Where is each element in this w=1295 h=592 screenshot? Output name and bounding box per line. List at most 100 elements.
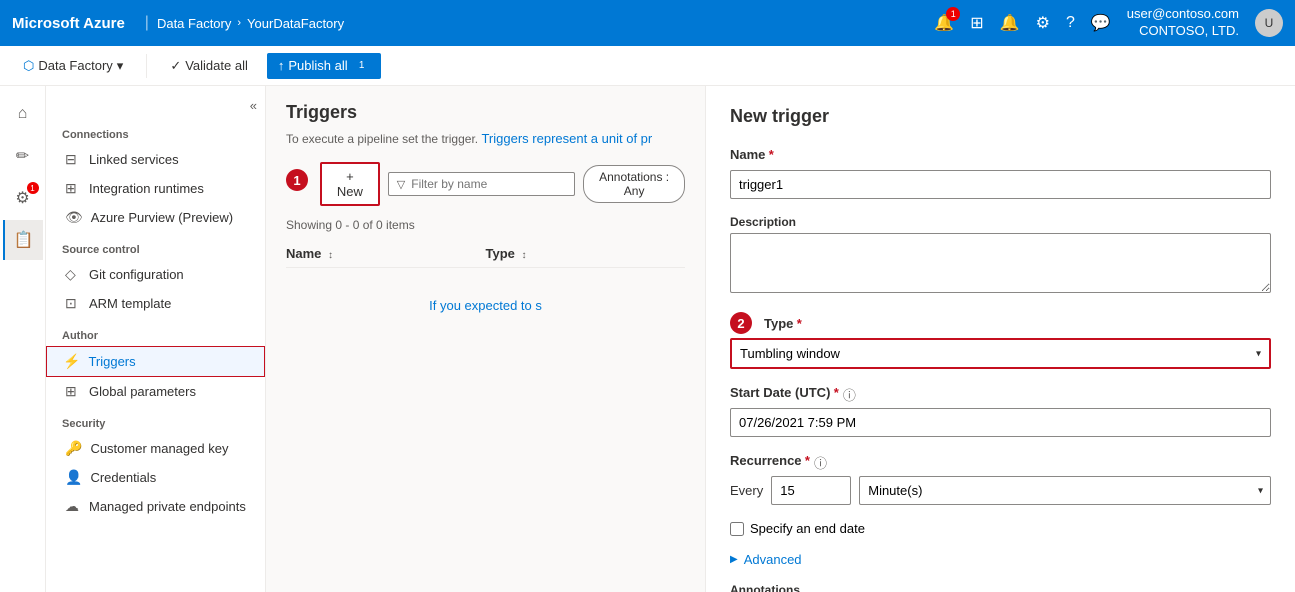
column-type: Type ↕ [486,246,686,261]
triggers-title: Triggers [286,102,685,123]
validate-icon: ✓ [170,58,181,74]
start-date-label: Start Date (UTC) * [730,385,839,400]
description-input[interactable] [730,233,1271,293]
type-select-wrapper: Tumbling window Schedule Storage events … [730,338,1271,369]
name-required: * [769,147,774,162]
column-name: Name ↕ [286,246,486,261]
nav-managed-private-endpoints[interactable]: ☁ Managed private endpoints [46,492,265,521]
triggers-icon: ⚡ [63,353,80,370]
nav-arm-template[interactable]: ⊡ ARM template [46,289,265,318]
gear-icon[interactable]: ⚙ [1036,13,1050,33]
advanced-arrow-icon: ▶ [730,554,738,565]
end-date-checkbox[interactable] [730,522,744,536]
breadcrumb: Data Factory › YourDataFactory [157,16,344,31]
data-factory-button[interactable]: ⬡ Data Factory ▾ [12,53,134,79]
nav-integration-runtimes[interactable]: ⊞ Integration runtimes [46,174,265,203]
nav-azure-purview[interactable]: 👁 Azure Purview (Preview) [46,203,265,232]
new-trigger-panel: New trigger Name * Description 2 Type * [705,86,1295,592]
publish-badge: 1 [354,58,370,74]
nav-global-parameters[interactable]: ⊞ Global parameters [46,377,265,406]
start-date-input[interactable] [730,408,1271,437]
name-sort-icon[interactable]: ↕ [328,250,333,261]
step1-badge: 1 [286,169,308,191]
portal-menu-icon[interactable]: ⊞ [970,13,983,33]
triggers-table-header: Name ↕ Type ↕ [286,240,685,268]
step1-row: 1 [286,169,312,191]
filter-icon: ▽ [397,178,405,191]
recurrence-label-row: Recurrence * ⓘ [730,453,1271,472]
type-required: * [797,316,802,331]
git-configuration-icon: ◇ [65,266,81,283]
start-date-required: * [834,385,839,400]
breadcrumb-your-data-factory[interactable]: YourDataFactory [247,16,344,31]
data-factory-icon: ⬡ [23,58,34,74]
type-select[interactable]: Tumbling window Schedule Storage events … [732,340,1269,367]
sidebar-manage-btn[interactable]: 📋 [3,220,43,260]
user-info: user@contoso.com CONTOSO, LTD. [1127,6,1239,40]
advanced-row[interactable]: ▶ Advanced [730,552,1271,567]
validate-all-button[interactable]: ✓ Validate all [159,53,259,79]
start-date-form-group: Start Date (UTC) * ⓘ [730,385,1271,437]
user-avatar[interactable]: U [1255,9,1283,37]
user-email: user@contoso.com [1127,6,1239,23]
advanced-label: Advanced [744,552,802,567]
nav-separator: | [145,14,149,32]
global-parameters-icon: ⊞ [65,383,81,400]
sidebar-monitor-btn[interactable]: ⚙ 1 [3,178,43,218]
nav-right: 🔔 1 ⊞ 🔔 ⚙ ? 💬 user@contoso.com CONTOSO, … [934,6,1283,40]
triggers-link[interactable]: Triggers represent a unit of pr [481,131,652,146]
feedback-icon[interactable]: 💬 [1091,13,1111,33]
type-sort-icon[interactable]: ↕ [522,250,527,261]
every-input[interactable] [771,476,851,505]
new-trigger-title: New trigger [730,106,1271,127]
nav-linked-services[interactable]: ⊟ Linked services [46,145,265,174]
description-form-group: Description [730,215,1271,296]
empty-hint: If you expected to s [286,298,685,313]
nav-customer-managed-key[interactable]: 🔑 Customer managed key [46,434,265,463]
name-label: Name * [730,147,774,162]
new-trigger-button[interactable]: + New [320,162,380,206]
breadcrumb-data-factory[interactable]: Data Factory [157,16,231,31]
source-control-label: Source control [46,232,265,260]
connections-section: Connections ⊟ Linked services ⊞ Integrat… [46,117,265,232]
publish-all-button[interactable]: ↑ Publish all 1 [267,53,381,79]
minute-select[interactable]: Minute(s) Hour(s) Day(s) Week(s) Month(s… [859,476,1271,505]
source-control-section: Source control ◇ Git configuration ⊡ ARM… [46,232,265,318]
integration-runtimes-icon: ⊞ [65,180,81,197]
recurrence-required: * [805,453,810,468]
author-section: Author ⚡ Triggers ⊞ Global parameters [46,318,265,406]
triggers-panel: Triggers To execute a pipeline set the t… [266,86,705,592]
help-icon[interactable]: ? [1066,14,1075,32]
annotations-section-label: Annotations [730,583,1271,592]
type-label-row: 2 Type * [730,312,1271,334]
credentials-icon: 👤 [65,469,82,486]
notifications-icon[interactable]: 🔔 1 [934,13,954,33]
annotations-filter-button[interactable]: Annotations : Any [583,165,685,203]
nav-git-configuration[interactable]: ◇ Git configuration [46,260,265,289]
end-date-checkbox-group: Specify an end date [730,521,1271,536]
user-org: CONTOSO, LTD. [1139,23,1239,40]
sidebar-home-btn[interactable]: ⌂ [3,94,43,134]
arm-template-icon: ⊡ [65,295,81,312]
type-form-group: 2 Type * Tumbling window Schedule Storag… [730,312,1271,369]
toolbar-divider-1 [146,54,147,78]
end-date-label: Specify an end date [750,521,865,536]
start-date-info-icon[interactable]: ⓘ [843,385,856,404]
nav-panel: « Connections ⊟ Linked services ⊞ Integr… [46,86,266,592]
minute-select-wrapper: Minute(s) Hour(s) Day(s) Week(s) Month(s… [859,476,1271,505]
nav-credentials[interactable]: 👤 Credentials [46,463,265,492]
recurrence-row: Every Minute(s) Hour(s) Day(s) Week(s) M… [730,476,1271,505]
annotations-section: Annotations + + New [730,583,1271,592]
sidebar-author-btn[interactable]: ✏ [3,136,43,176]
triggers-toolbar: 1 + New ▽ Annotations : Any [286,162,685,206]
bell-icon[interactable]: 🔔 [1000,13,1020,33]
top-navigation: Microsoft Azure | Data Factory › YourDat… [0,0,1295,46]
recurrence-info-icon[interactable]: ⓘ [814,453,827,472]
collapse-button[interactable]: « [46,94,265,117]
filter-input[interactable] [411,177,566,191]
nav-triggers[interactable]: ⚡ Triggers [46,346,265,377]
notification-badge: 1 [946,7,960,21]
name-form-group: Name * [730,147,1271,199]
security-label: Security [46,406,265,434]
name-input[interactable] [730,170,1271,199]
